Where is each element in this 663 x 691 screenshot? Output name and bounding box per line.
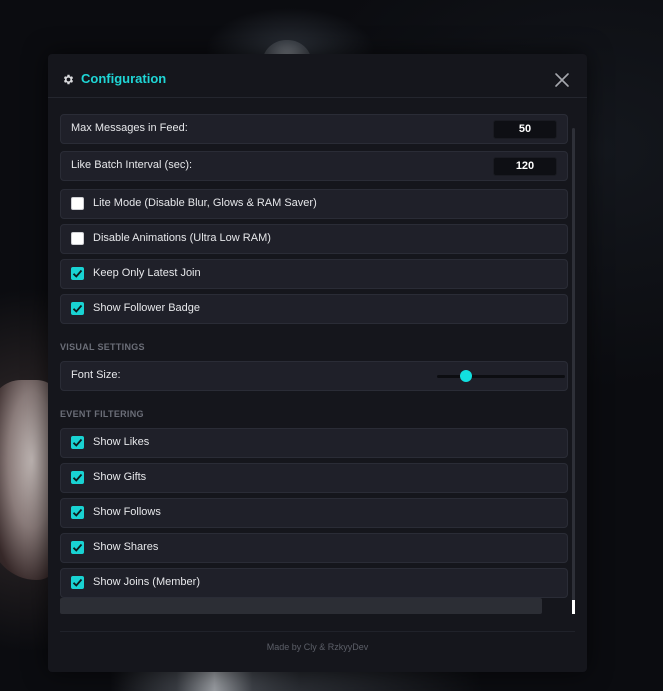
close-icon[interactable] <box>553 71 571 89</box>
show-joins-row[interactable]: Show Joins (Member) <box>60 568 568 598</box>
footer-divider <box>60 631 575 632</box>
background-bottom-figure <box>110 672 300 691</box>
event-filtering-heading: EVENT FILTERING <box>60 409 144 419</box>
show-follows-checkbox[interactable] <box>71 506 84 519</box>
show-gifts-row[interactable]: Show Gifts <box>60 463 568 493</box>
lite-mode-checkbox[interactable] <box>71 197 84 210</box>
show-follower-badge-checkbox[interactable] <box>71 302 84 315</box>
lite-mode-row[interactable]: Lite Mode (Disable Blur, Glows & RAM Sav… <box>60 189 568 219</box>
gear-icon <box>62 73 75 86</box>
like-batch-label: Like Batch Interval (sec): <box>71 159 193 171</box>
show-follower-badge-label: Show Follower Badge <box>93 302 201 314</box>
checkmark-icon <box>72 269 83 278</box>
show-shares-row[interactable]: Show Shares <box>60 533 568 563</box>
horizontal-scrollbar[interactable] <box>60 598 542 614</box>
checkmark-icon <box>72 578 83 587</box>
checkmark-icon <box>72 304 83 313</box>
visual-settings-heading: VISUAL SETTINGS <box>60 342 145 352</box>
font-size-row: Font Size: <box>60 361 568 391</box>
vertical-scrollbar[interactable] <box>572 128 575 614</box>
checkmark-icon <box>72 473 83 482</box>
footer-credit: Made by Cly & RzkyyDev <box>266 642 369 652</box>
panel-header: Configuration <box>48 54 587 98</box>
keep-latest-join-row[interactable]: Keep Only Latest Join <box>60 259 568 289</box>
max-messages-input[interactable]: 50 <box>493 120 557 139</box>
like-batch-row: Like Batch Interval (sec): 120 <box>60 151 568 181</box>
keep-latest-join-checkbox[interactable] <box>71 267 84 280</box>
max-messages-label: Max Messages in Feed: <box>71 122 188 134</box>
show-shares-label: Show Shares <box>93 541 159 553</box>
like-batch-input[interactable]: 120 <box>493 157 557 176</box>
show-joins-checkbox[interactable] <box>71 576 84 589</box>
page-title: Configuration <box>81 71 167 86</box>
show-likes-checkbox[interactable] <box>71 436 84 449</box>
settings-scroll-area[interactable]: Max Messages in Feed: 50 Like Batch Inte… <box>60 114 568 628</box>
show-gifts-label: Show Gifts <box>93 471 147 483</box>
show-likes-row[interactable]: Show Likes <box>60 428 568 458</box>
font-size-slider-thumb[interactable] <box>460 370 473 382</box>
vertical-scrollbar-thumb[interactable] <box>572 600 575 614</box>
font-size-label: Font Size: <box>71 369 121 381</box>
show-follows-label: Show Follows <box>93 506 161 518</box>
show-follows-row[interactable]: Show Follows <box>60 498 568 528</box>
show-likes-label: Show Likes <box>93 436 150 448</box>
show-joins-label: Show Joins (Member) <box>93 576 200 588</box>
max-messages-row: Max Messages in Feed: 50 <box>60 114 568 144</box>
disable-animations-label: Disable Animations (Ultra Low RAM) <box>93 232 271 244</box>
show-follower-badge-row[interactable]: Show Follower Badge <box>60 294 568 324</box>
disable-animations-row[interactable]: Disable Animations (Ultra Low RAM) <box>60 224 568 254</box>
show-gifts-checkbox[interactable] <box>71 471 84 484</box>
configuration-panel: Configuration Max Messages in Feed: 50 L… <box>48 54 587 672</box>
checkmark-icon <box>72 508 83 517</box>
checkmark-icon <box>72 438 83 447</box>
show-shares-checkbox[interactable] <box>71 541 84 554</box>
disable-animations-checkbox[interactable] <box>71 232 84 245</box>
font-size-slider-track[interactable] <box>437 375 565 378</box>
lite-mode-label: Lite Mode (Disable Blur, Glows & RAM Sav… <box>93 197 317 209</box>
checkmark-icon <box>72 543 83 552</box>
keep-latest-join-label: Keep Only Latest Join <box>93 267 201 279</box>
